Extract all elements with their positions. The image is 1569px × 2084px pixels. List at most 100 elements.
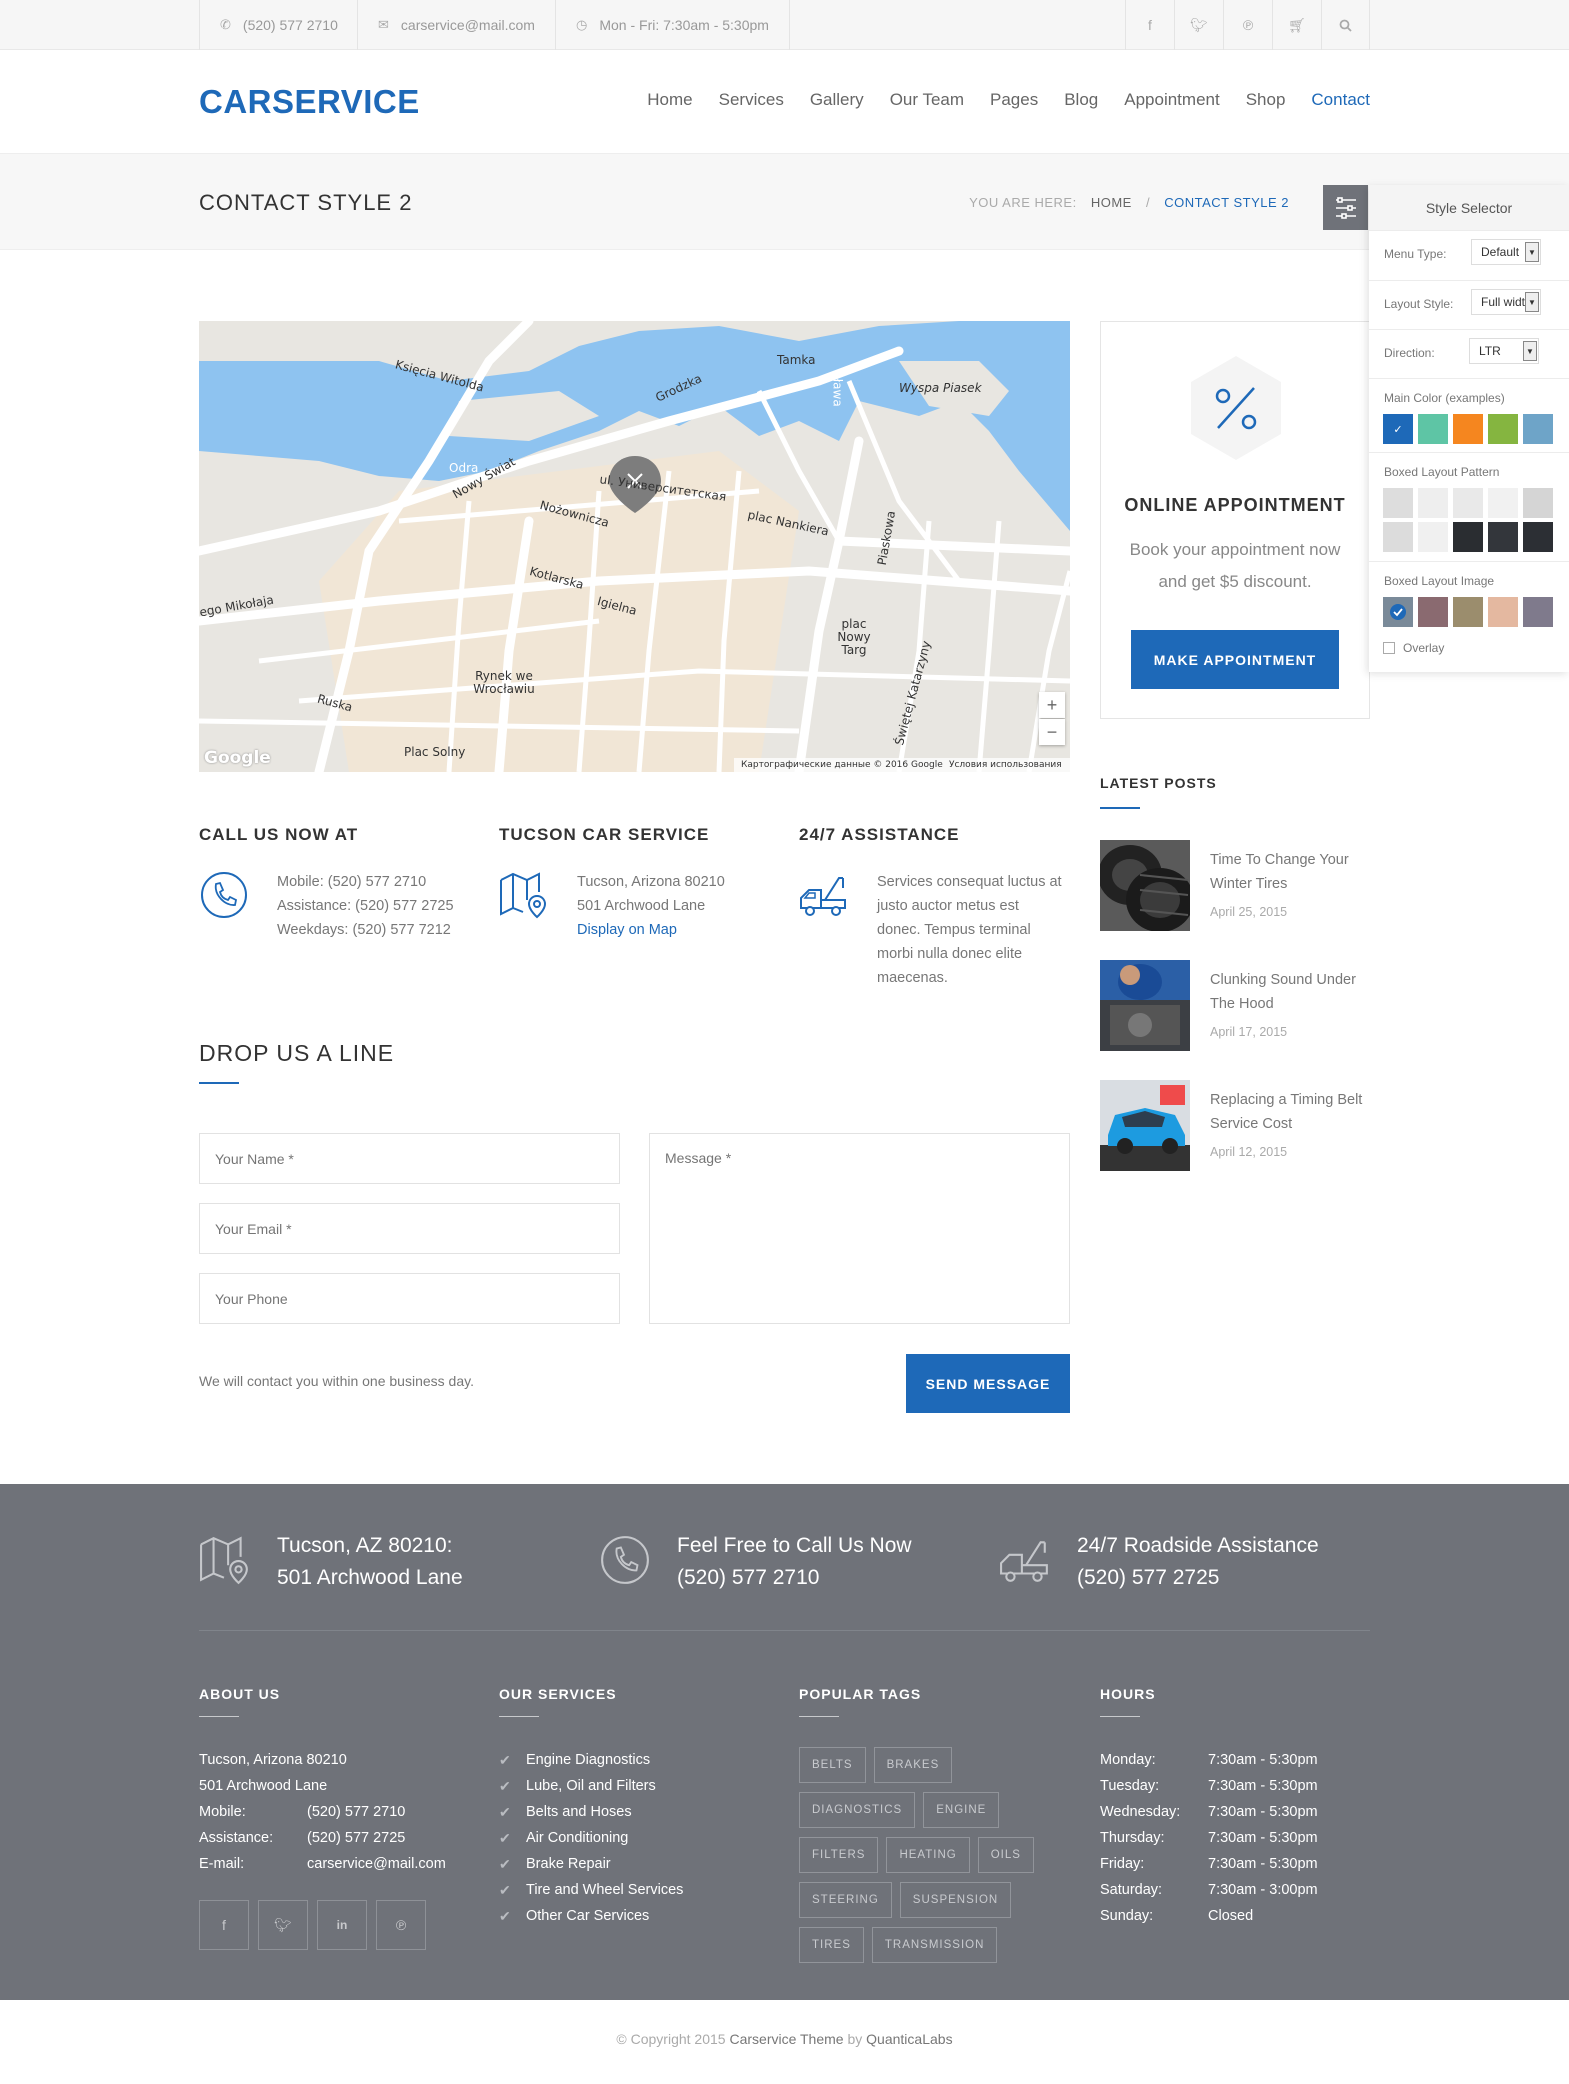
post-thumbnail[interactable] bbox=[1100, 840, 1190, 931]
nav-appointment[interactable]: Appointment bbox=[1124, 90, 1219, 110]
direction-select[interactable]: LTR ▼ bbox=[1469, 338, 1539, 364]
nav-shop[interactable]: Shop bbox=[1246, 90, 1286, 110]
overlay-checkbox[interactable] bbox=[1383, 642, 1395, 654]
map-terms-link[interactable]: Условия использования bbox=[949, 760, 1062, 770]
pattern-swatch[interactable] bbox=[1418, 522, 1448, 552]
color-swatch[interactable] bbox=[1418, 414, 1448, 444]
phone-field[interactable] bbox=[199, 1273, 620, 1324]
image-swatch[interactable] bbox=[1523, 597, 1553, 627]
nav-our-team[interactable]: Our Team bbox=[890, 90, 964, 110]
nav-contact[interactable]: Contact bbox=[1311, 90, 1370, 110]
footer-email-value[interactable]: carservice@mail.com bbox=[307, 1856, 446, 1872]
nav-gallery[interactable]: Gallery bbox=[810, 90, 864, 110]
tag-link[interactable]: DIAGNOSTICS bbox=[799, 1792, 916, 1828]
layout-style-select[interactable]: Full width ▼ bbox=[1471, 289, 1541, 315]
contact-line: morbi nulla donec elite bbox=[877, 946, 1023, 962]
pattern-swatch[interactable] bbox=[1488, 488, 1518, 518]
color-swatch[interactable] bbox=[1523, 414, 1553, 444]
display-on-map-link[interactable]: Display on Map bbox=[577, 918, 799, 942]
tag-link[interactable]: FILTERS bbox=[799, 1837, 879, 1873]
linkedin-icon[interactable]: in bbox=[317, 1900, 367, 1950]
post-item[interactable]: Clunking Sound Under The Hood April 17, … bbox=[1100, 960, 1370, 1051]
post-thumbnail[interactable] bbox=[1100, 1080, 1190, 1171]
tag-link[interactable]: HEATING bbox=[886, 1837, 970, 1873]
map-zoom-in[interactable]: + bbox=[1039, 692, 1065, 718]
post-title[interactable]: Clunking Sound Under The Hood bbox=[1210, 968, 1370, 1016]
author-link[interactable]: QuanticaLabs bbox=[866, 2031, 952, 2047]
nav-blog[interactable]: Blog bbox=[1064, 90, 1098, 110]
nav-services[interactable]: Services bbox=[719, 90, 784, 110]
email-field[interactable] bbox=[199, 1203, 620, 1254]
service-link[interactable]: ✔ Engine Diagnostics bbox=[499, 1747, 683, 1773]
tag-link[interactable]: TIRES bbox=[799, 1927, 864, 1963]
make-appointment-button[interactable]: MAKE APPOINTMENT bbox=[1131, 630, 1339, 689]
image-swatch[interactable] bbox=[1418, 597, 1448, 627]
service-link[interactable]: ✔ Air Conditioning bbox=[499, 1825, 683, 1851]
post-item[interactable]: Time To Change Your Winter Tires April 2… bbox=[1100, 840, 1370, 931]
nav-pages[interactable]: Pages bbox=[990, 90, 1038, 110]
pattern-swatch[interactable] bbox=[1453, 488, 1483, 518]
send-message-button[interactable]: SEND MESSAGE bbox=[906, 1354, 1070, 1413]
message-field[interactable] bbox=[649, 1133, 1070, 1324]
pinterest-icon[interactable]: ℗ bbox=[376, 1900, 426, 1950]
service-link[interactable]: ✔ Brake Repair bbox=[499, 1851, 683, 1877]
google-map[interactable]: Księcia Witolda Tamka Wyspa Piasek Grodz… bbox=[199, 321, 1070, 772]
theme-link[interactable]: Carservice Theme bbox=[729, 2031, 843, 2047]
menu-type-select[interactable]: Default ▼ bbox=[1471, 239, 1541, 265]
hours-day: Friday: bbox=[1100, 1856, 1145, 1872]
search-icon[interactable] bbox=[1321, 0, 1370, 50]
pattern-swatch[interactable] bbox=[1383, 488, 1413, 518]
service-link[interactable]: ✔ Other Car Services bbox=[499, 1903, 683, 1929]
pattern-swatch[interactable] bbox=[1383, 522, 1413, 552]
topbar-email[interactable]: ✉ carservice@mail.com bbox=[357, 0, 555, 50]
facebook-icon[interactable]: f bbox=[1125, 0, 1174, 50]
google-logo[interactable]: Google bbox=[204, 748, 271, 768]
twitter-icon[interactable]: 🐦︎ bbox=[258, 1900, 308, 1950]
site-logo[interactable]: CARSERVICE bbox=[199, 83, 420, 121]
tag-link[interactable]: STEERING bbox=[799, 1882, 892, 1918]
overlay-option[interactable]: Overlay bbox=[1383, 641, 1444, 655]
name-field[interactable] bbox=[199, 1133, 620, 1184]
pinterest-icon[interactable]: ℗ bbox=[1223, 0, 1272, 50]
cart-icon[interactable]: 🛒︎ bbox=[1272, 0, 1321, 50]
image-swatch[interactable] bbox=[1383, 597, 1413, 627]
twitter-icon[interactable]: 🐦︎ bbox=[1174, 0, 1223, 50]
tag-link[interactable]: BRAKES bbox=[873, 1747, 953, 1783]
color-swatch[interactable] bbox=[1488, 414, 1518, 444]
topbar-phone[interactable]: ✆ (520) 577 2710 bbox=[199, 0, 358, 50]
color-swatch[interactable]: ✓ bbox=[1383, 414, 1413, 444]
title-underline bbox=[1100, 807, 1140, 809]
footer-assistance-label: Assistance: bbox=[199, 1830, 274, 1846]
contact-line: Assistance: (520) 577 2725 bbox=[277, 898, 454, 914]
post-item[interactable]: Replacing a Timing Belt Service Cost Apr… bbox=[1100, 1080, 1370, 1171]
tag-link[interactable]: TRANSMISSION bbox=[871, 1927, 998, 1963]
color-swatch[interactable] bbox=[1453, 414, 1483, 444]
pattern-swatch[interactable] bbox=[1453, 522, 1483, 552]
service-link[interactable]: ✔ Belts and Hoses bbox=[499, 1799, 683, 1825]
image-swatch[interactable] bbox=[1453, 597, 1483, 627]
style-selector-toggle[interactable] bbox=[1323, 185, 1368, 230]
image-swatch[interactable] bbox=[1488, 597, 1518, 627]
service-link[interactable]: ✔ Tire and Wheel Services bbox=[499, 1877, 683, 1903]
hours-day: Saturday: bbox=[1100, 1882, 1163, 1898]
contact-address-title: TUCSON CAR SERVICE bbox=[499, 825, 710, 844]
check-icon: ✔ bbox=[499, 1752, 511, 1768]
pattern-swatch[interactable] bbox=[1523, 522, 1553, 552]
facebook-icon[interactable]: f bbox=[199, 1900, 249, 1950]
footer-about-address2: 501 Archwood Lane bbox=[199, 1778, 328, 1794]
pattern-swatch[interactable] bbox=[1523, 488, 1553, 518]
map-zoom-out[interactable]: − bbox=[1039, 719, 1065, 745]
pattern-swatch[interactable] bbox=[1418, 488, 1448, 518]
tag-link[interactable]: SUSPENSION bbox=[899, 1882, 1012, 1918]
contact-address: TUCSON CAR SERVICE Tucson, Arizona 80210… bbox=[499, 825, 799, 942]
post-title[interactable]: Time To Change Your Winter Tires bbox=[1210, 848, 1370, 896]
tag-link[interactable]: BELTS bbox=[799, 1747, 866, 1783]
tag-link[interactable]: ENGINE bbox=[923, 1792, 1000, 1828]
post-title[interactable]: Replacing a Timing Belt Service Cost bbox=[1210, 1088, 1370, 1136]
service-link[interactable]: ✔ Lube, Oil and Filters bbox=[499, 1773, 683, 1799]
tag-link[interactable]: OILS bbox=[977, 1837, 1034, 1873]
post-thumbnail[interactable] bbox=[1100, 960, 1190, 1051]
pattern-swatch[interactable] bbox=[1488, 522, 1518, 552]
breadcrumb-home[interactable]: HOME bbox=[1091, 195, 1132, 210]
nav-home[interactable]: Home bbox=[647, 90, 692, 110]
